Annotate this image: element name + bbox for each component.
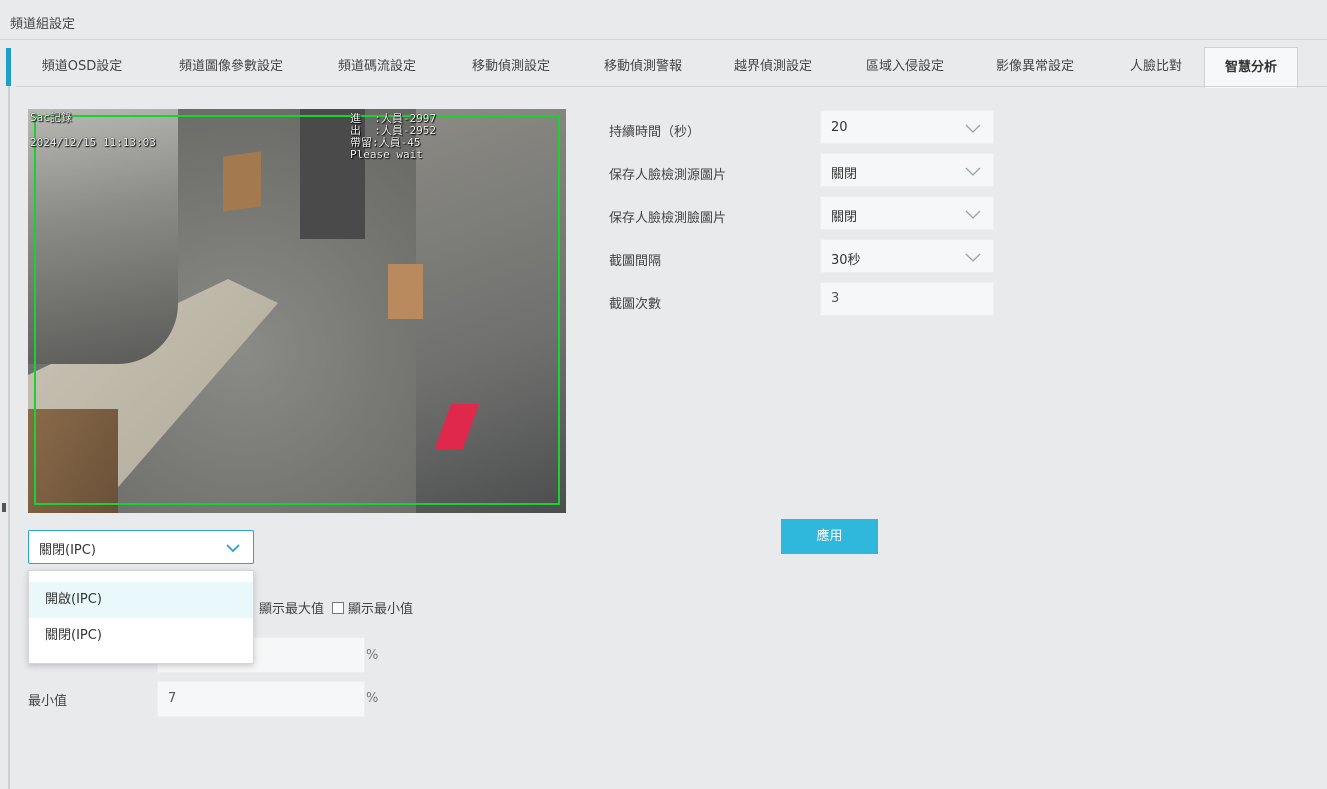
display-mode-dropdown: 開啟(IPC) 關閉(IPC) bbox=[28, 570, 254, 664]
snap-interval-value: 30秒 bbox=[831, 253, 861, 268]
tab-channel-osd[interactable]: 頻道OSD設定 bbox=[16, 47, 148, 87]
tab-smart-analysis[interactable]: 智慧分析 bbox=[1204, 47, 1298, 88]
left-divider bbox=[8, 86, 10, 789]
osd-datetime: 2024/12/15 11:13:03 bbox=[30, 136, 156, 149]
tab-line-crossing[interactable]: 越界偵測設定 bbox=[710, 47, 836, 87]
save-face-value: 關閉 bbox=[831, 210, 858, 225]
duration-value: 20 bbox=[831, 120, 848, 135]
show-max-label: 顯示最大值 bbox=[259, 602, 325, 617]
checkbox-row: 顯示最大值 顯示最小值 bbox=[259, 598, 413, 617]
option-on-ipc[interactable]: 開啟(IPC) bbox=[29, 582, 253, 618]
snap-count-label: 截圖次數 bbox=[609, 297, 662, 312]
chevron-down-icon bbox=[226, 544, 240, 553]
tab-video-anomaly[interactable]: 影像異常設定 bbox=[972, 47, 1098, 87]
page-header: 頻道組設定 bbox=[0, 0, 1327, 40]
osd-counters: 進 :人員-2997 出 :人員-2952 帶留:人員-45 Please wa… bbox=[350, 112, 436, 161]
chevron-down-icon bbox=[965, 210, 981, 219]
min-unit: % bbox=[366, 691, 379, 706]
tab-bar: 頻道OSD設定 頻道圖像參數設定 頻道碼流設定 移動偵測設定 移動偵測警報 越界… bbox=[16, 47, 1327, 88]
save-source-value: 關閉 bbox=[831, 167, 858, 182]
camera-preview: Sac記錄 2024/12/15 11:13:03 進 :人員-2997 出 :… bbox=[28, 109, 566, 513]
chevron-down-icon bbox=[965, 124, 981, 133]
display-mode-select[interactable]: 關閉(IPC) bbox=[28, 530, 254, 564]
tab-stream[interactable]: 頻道碼流設定 bbox=[314, 47, 440, 87]
chevron-down-icon bbox=[965, 253, 981, 262]
snap-interval-label: 截圖間隔 bbox=[609, 254, 662, 269]
osd-camera-name: Sac記錄 bbox=[30, 111, 72, 124]
active-section-indicator bbox=[6, 48, 11, 86]
tab-image-params[interactable]: 頻道圖像參數設定 bbox=[156, 47, 306, 87]
duration-select[interactable]: 20 bbox=[820, 110, 994, 144]
option-off-ipc[interactable]: 關閉(IPC) bbox=[29, 618, 253, 654]
save-source-label: 保存人臉檢測源圖片 bbox=[609, 168, 727, 183]
max-unit: % bbox=[366, 648, 379, 663]
duration-label: 持續時間（秒） bbox=[609, 125, 701, 140]
page-title: 頻道組設定 bbox=[10, 17, 76, 32]
show-min-checkbox[interactable] bbox=[332, 602, 345, 614]
save-face-label: 保存人臉檢測臉圖片 bbox=[609, 211, 727, 226]
snap-count-input[interactable]: 3 bbox=[820, 282, 994, 316]
collapse-handle-icon[interactable] bbox=[2, 503, 6, 512]
snap-interval-select[interactable]: 30秒 bbox=[820, 239, 994, 273]
tab-motion-alarm[interactable]: 移動偵測警報 bbox=[580, 47, 706, 87]
save-source-select[interactable]: 關閉 bbox=[820, 153, 994, 187]
display-mode-value: 關閉(IPC) bbox=[39, 543, 96, 558]
save-face-select[interactable]: 關閉 bbox=[820, 196, 994, 230]
chevron-down-icon bbox=[965, 167, 981, 176]
apply-button[interactable]: 應用 bbox=[781, 519, 878, 554]
tab-motion-detection[interactable]: 移動偵測設定 bbox=[448, 47, 574, 87]
show-min-label: 顯示最小值 bbox=[348, 602, 414, 617]
detection-region[interactable] bbox=[34, 115, 560, 505]
tab-face-compare[interactable]: 人臉比對 bbox=[1106, 47, 1206, 87]
tab-intrusion[interactable]: 區域入侵設定 bbox=[842, 47, 968, 87]
min-value-input[interactable]: 7 bbox=[157, 681, 365, 717]
min-value-label: 最小值 bbox=[28, 694, 68, 709]
